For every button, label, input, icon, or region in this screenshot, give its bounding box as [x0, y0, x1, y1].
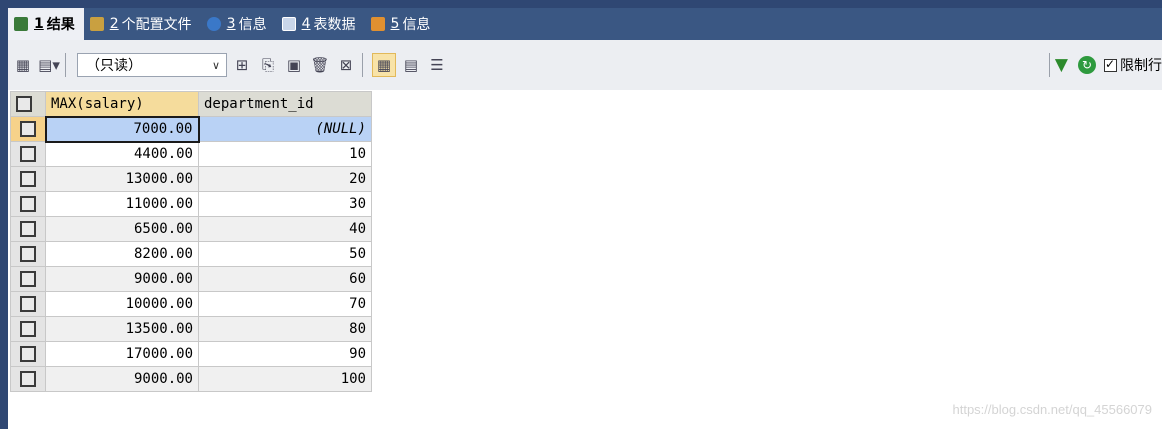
tab-info-2[interactable]: 5 信息: [365, 8, 440, 40]
row-select-checkbox[interactable]: [10, 291, 46, 317]
window-left-border: [0, 8, 8, 429]
table-row[interactable]: 13000.00 20: [10, 166, 372, 192]
grid-view-icon[interactable]: ▦: [372, 53, 396, 77]
edit-mode-select[interactable]: （只读） ∨: [77, 53, 227, 77]
toolbar-separator: [362, 53, 363, 77]
toolbar-separator: [65, 53, 66, 77]
cell-max-salary[interactable]: 13000.00: [45, 166, 199, 192]
cell-department-id[interactable]: 100: [198, 366, 372, 392]
tab-info[interactable]: 3 信息: [201, 8, 276, 40]
refresh-icon[interactable]: ↻: [1078, 56, 1096, 74]
result-grid: MAX(salary) department_id 7000.00 (NULL)…: [10, 91, 372, 392]
cell-max-salary[interactable]: 9000.00: [45, 366, 199, 392]
cell-max-salary[interactable]: 8200.00: [45, 241, 199, 267]
cell-max-salary[interactable]: 7000.00: [44, 115, 200, 143]
info2-tab-icon: [370, 17, 385, 31]
cell-department-id[interactable]: 30: [198, 191, 372, 217]
result-toolbar: ▦ ▤▾ （只读） ∨ ⊞ ⎘ ▣ 🗑 ⊠ ▦ ▤ ☰ ▼ ↻ 限制行: [8, 40, 1162, 90]
table-row[interactable]: 13500.00 80: [10, 316, 372, 342]
cell-max-salary[interactable]: 9000.00: [45, 266, 199, 292]
table-row[interactable]: 9000.00 100: [10, 366, 372, 392]
cell-department-id[interactable]: 70: [198, 291, 372, 317]
profile-tab-icon: [89, 17, 104, 31]
tab-table-data[interactable]: 4 表数据: [276, 8, 365, 40]
delete-icon[interactable]: 🗑: [309, 54, 331, 76]
cell-department-id[interactable]: 40: [198, 216, 372, 242]
column-header-department-id[interactable]: department_id: [198, 91, 372, 117]
cell-max-salary[interactable]: 4400.00: [45, 141, 199, 167]
result-tabs: 1 结果 2 个配置文件 3 信息 4 表数据 5 信息: [8, 8, 1162, 40]
row-select-checkbox[interactable]: [10, 341, 46, 367]
row-select-checkbox[interactable]: [10, 166, 46, 192]
insert-row-icon[interactable]: ⊞: [231, 54, 253, 76]
table-row[interactable]: 17000.00 90: [10, 341, 372, 367]
cell-department-id[interactable]: 20: [198, 166, 372, 192]
table-row[interactable]: 9000.00 60: [10, 266, 372, 292]
cell-department-id[interactable]: 80: [198, 316, 372, 342]
row-select-checkbox[interactable]: [10, 191, 46, 217]
row-select-checkbox[interactable]: [10, 141, 46, 167]
limit-rows-checkbox[interactable]: [1104, 57, 1117, 72]
table-data-tab-icon: [281, 17, 296, 31]
watermark: https://blog.csdn.net/qq_45566079: [952, 402, 1153, 417]
limit-rows-toggle[interactable]: 限制行: [1104, 55, 1162, 75]
toolbar-right: ▼ ↻ 限制行: [1044, 53, 1162, 77]
row-select-checkbox[interactable]: [10, 116, 46, 142]
table-row[interactable]: 8200.00 50: [10, 241, 372, 267]
table-row[interactable]: 4400.00 10: [10, 141, 372, 167]
table-row[interactable]: 11000.00 30: [10, 191, 372, 217]
tab-results[interactable]: 1 结果: [8, 8, 84, 40]
cell-max-salary[interactable]: 11000.00: [45, 191, 199, 217]
info-tab-icon: [206, 17, 221, 31]
cell-max-salary[interactable]: 17000.00: [45, 341, 199, 367]
cell-max-salary[interactable]: 13500.00: [45, 316, 199, 342]
filter-icon[interactable]: ▼: [1055, 55, 1068, 75]
cell-department-id[interactable]: 90: [198, 341, 372, 367]
export-grid-icon[interactable]: ▦: [12, 54, 34, 76]
tab-profile[interactable]: 2 个配置文件: [84, 8, 201, 40]
table-row[interactable]: 10000.00 70: [10, 291, 372, 317]
cell-max-salary[interactable]: 6500.00: [45, 216, 199, 242]
results-tab-icon: [14, 17, 28, 31]
row-select-checkbox[interactable]: [10, 266, 46, 292]
row-select-checkbox[interactable]: [10, 216, 46, 242]
cancel-changes-icon[interactable]: ⊠: [335, 54, 357, 76]
cell-department-id[interactable]: (NULL): [198, 116, 372, 142]
window-top-border: [0, 0, 1162, 8]
cell-max-salary[interactable]: 10000.00: [45, 291, 199, 317]
text-view-icon[interactable]: ☰: [426, 54, 448, 76]
duplicate-row-icon[interactable]: ⎘: [257, 54, 279, 76]
cell-department-id[interactable]: 60: [198, 266, 372, 292]
select-all-checkbox[interactable]: [10, 91, 46, 117]
toolbar-separator: [1048, 53, 1050, 77]
cell-department-id[interactable]: 50: [198, 241, 372, 267]
column-header-max-salary[interactable]: MAX(salary): [45, 91, 199, 117]
table-row[interactable]: 7000.00 (NULL): [10, 115, 372, 143]
save-icon[interactable]: ▣: [283, 54, 305, 76]
chevron-down-icon: ∨: [211, 58, 220, 72]
row-select-checkbox[interactable]: [10, 316, 46, 342]
row-select-checkbox[interactable]: [10, 366, 46, 392]
import-dropdown-icon[interactable]: ▤▾: [38, 54, 60, 76]
cell-department-id[interactable]: 10: [198, 141, 372, 167]
form-view-icon[interactable]: ▤: [400, 54, 422, 76]
row-select-checkbox[interactable]: [10, 241, 46, 267]
table-row[interactable]: 6500.00 40: [10, 216, 372, 242]
